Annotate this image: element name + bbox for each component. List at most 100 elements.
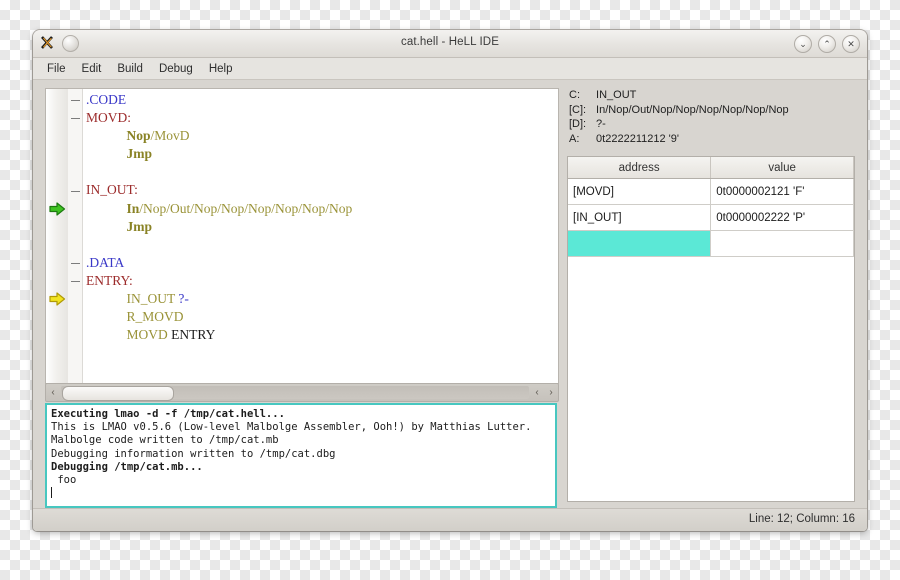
table-row[interactable]: [MOVD] 0t0000002121 'F'	[568, 178, 854, 205]
memory-table[interactable]: address value [MOVD] 0t0000002121 'F' [IN_…	[568, 157, 854, 257]
register-value: ?-	[593, 118, 606, 131]
code-token: .CODE	[86, 92, 127, 107]
code-line[interactable]: IN_OUT ?-	[82, 290, 558, 308]
scrollbar-thumb[interactable]	[62, 386, 174, 401]
table-header-row: address value	[568, 157, 854, 179]
code-line[interactable]: .DATA	[82, 254, 558, 272]
register-key: A:	[569, 132, 580, 145]
code-text[interactable]: .CODE MOVD: Nop/MovD Jmp IN_OUT: In/Nop/Ou…	[82, 91, 558, 383]
code-token: IN_OUT:	[86, 182, 138, 198]
console-line: foo	[51, 474, 77, 487]
status-bar: Line: 12; Column: 16	[33, 508, 867, 531]
register-key: C:	[569, 89, 580, 101]
code-token: /MovD	[150, 128, 190, 144]
register-key: [C]:	[569, 103, 587, 116]
code-line[interactable]: Jmp	[82, 145, 558, 163]
register-value: IN_OUT	[593, 89, 637, 101]
console-line: Malbolge code written to /tmp/cat.mb	[51, 434, 279, 447]
console-caret	[51, 487, 551, 500]
code-token: MOVD:	[86, 110, 132, 126]
code-token: MOVD	[126, 327, 172, 343]
cell-address[interactable]: [MOVD]	[568, 178, 712, 205]
output-console[interactable]: Executing lmao -d -f /tmp/cat.hell... Thi…	[45, 403, 557, 508]
console-line: Executing lmao -d -f /tmp/cat.hell...	[51, 408, 285, 420]
code-line[interactable]	[82, 236, 558, 254]
cell-value[interactable]: 0t0000002121 'F'	[710, 178, 854, 205]
cell-address[interactable]	[568, 230, 712, 257]
register-row: A: 0t2222211212 '9'	[569, 132, 855, 147]
column-header-value[interactable]: value	[710, 157, 854, 179]
minimize-button[interactable]: ⌄	[794, 35, 812, 53]
fold-toggle-icon[interactable]	[71, 118, 80, 120]
code-line[interactable]: MOVD ENTRY	[82, 326, 558, 344]
code-line[interactable]: R_MOVD	[82, 308, 558, 326]
debugger-panel: C: IN_OUT [C]: In/Nop/Out/Nop/Nop/Nop/Nop…	[567, 88, 855, 508]
code-line[interactable]: IN_OUT:	[82, 181, 558, 199]
code-token: ?-	[178, 291, 189, 307]
code-line[interactable]: .CODE	[82, 91, 558, 109]
menu-item-edit[interactable]: Edit	[75, 61, 109, 77]
code-line[interactable]: ENTRY:	[82, 272, 558, 290]
code-line[interactable]: MOVD:	[82, 109, 558, 127]
yellow-arrow-marker[interactable]	[49, 292, 66, 306]
code-token: ENTRY:	[86, 272, 133, 288]
table-row[interactable]: [IN_OUT] 0t0000002222 'P'	[568, 204, 854, 231]
code-token: IN_OUT	[126, 291, 179, 307]
code-line[interactable]: Nop/MovD	[82, 127, 558, 145]
application-window: cat.hell - HeLL IDE ⌄ ⌃ ✕ File Edit Buil…	[33, 30, 867, 531]
menu-item-file[interactable]: File	[40, 61, 73, 77]
scroll-left-icon[interactable]: ‹	[46, 387, 60, 398]
scrollbar-track[interactable]	[61, 386, 529, 401]
code-token: ENTRY	[171, 327, 216, 343]
editor-fold-column	[68, 89, 83, 383]
register-row: [D]: ?-	[569, 117, 855, 132]
fold-toggle-icon[interactable]	[71, 190, 80, 192]
memory-table-container[interactable]: address value [MOVD] 0t0000002121 'F' [IN_…	[567, 156, 855, 502]
title-bar: cat.hell - HeLL IDE ⌄ ⌃ ✕	[33, 30, 867, 58]
register-row: C: IN_OUT	[569, 88, 855, 103]
register-value: 0t2222211212 '9'	[593, 132, 679, 145]
code-token: Jmp	[126, 218, 153, 234]
code-editor[interactable]: .CODE MOVD: Nop/MovD Jmp IN_OUT: In/Nop/Ou…	[45, 88, 559, 384]
code-token: .DATA	[86, 254, 125, 270]
green-arrow-marker[interactable]	[49, 201, 66, 216]
console-line: This is LMAO v0.5.6 (Low-level Malbolge …	[51, 421, 532, 434]
menu-item-build[interactable]: Build	[110, 61, 150, 77]
editor-horizontal-scrollbar[interactable]: ‹ ‹ ›	[45, 383, 559, 402]
code-line[interactable]: Jmp	[82, 218, 558, 236]
maximize-button[interactable]: ⌃	[818, 35, 836, 53]
close-button[interactable]: ✕	[842, 35, 860, 53]
fold-toggle-icon[interactable]	[71, 262, 80, 264]
register-list: C: IN_OUT [C]: In/Nop/Out/Nop/Nop/Nop/Nop…	[567, 88, 855, 146]
table-row[interactable]	[568, 230, 854, 257]
editor-gutter	[46, 89, 69, 383]
main-content: .CODE MOVD: Nop/MovD Jmp IN_OUT: In/Nop/Ou…	[33, 80, 867, 531]
menu-item-debug[interactable]: Debug	[152, 61, 200, 77]
cell-value[interactable]: 0t0000002222 'P'	[710, 204, 854, 231]
window-controls: ⌄ ⌃ ✕	[794, 35, 860, 53]
cell-address[interactable]: [IN_OUT]	[568, 204, 712, 231]
register-key: [D]:	[569, 118, 587, 131]
console-line: Debugging information written to /tmp/ca…	[51, 447, 336, 460]
cursor-position-status: Line: 12; Column: 16	[748, 513, 855, 525]
code-line[interactable]	[82, 163, 558, 181]
register-value: In/Nop/Out/Nop/Nop/Nop/Nop/Nop/Nop	[593, 103, 789, 116]
scroll-left-edge-icon[interactable]: ‹	[530, 387, 544, 398]
cell-value[interactable]	[710, 230, 854, 257]
menu-bar: File Edit Build Debug Help	[33, 58, 867, 80]
fold-toggle-icon[interactable]	[71, 100, 80, 101]
column-header-address[interactable]: address	[568, 157, 712, 179]
code-token: R_MOVD	[126, 309, 184, 325]
register-row: [C]: In/Nop/Out/Nop/Nop/Nop/Nop/Nop/Nop	[569, 103, 855, 118]
code-line[interactable]: In/Nop/Out/Nop/Nop/Nop/Nop/Nop/Nop	[82, 200, 558, 218]
code-token: Jmp	[126, 146, 153, 162]
code-token: /Nop/Out/Nop/Nop/Nop/Nop/Nop/Nop	[139, 200, 353, 216]
menu-item-help[interactable]: Help	[202, 61, 240, 77]
scroll-right-icon[interactable]: ›	[544, 387, 558, 398]
fold-toggle-icon[interactable]	[71, 281, 80, 282]
